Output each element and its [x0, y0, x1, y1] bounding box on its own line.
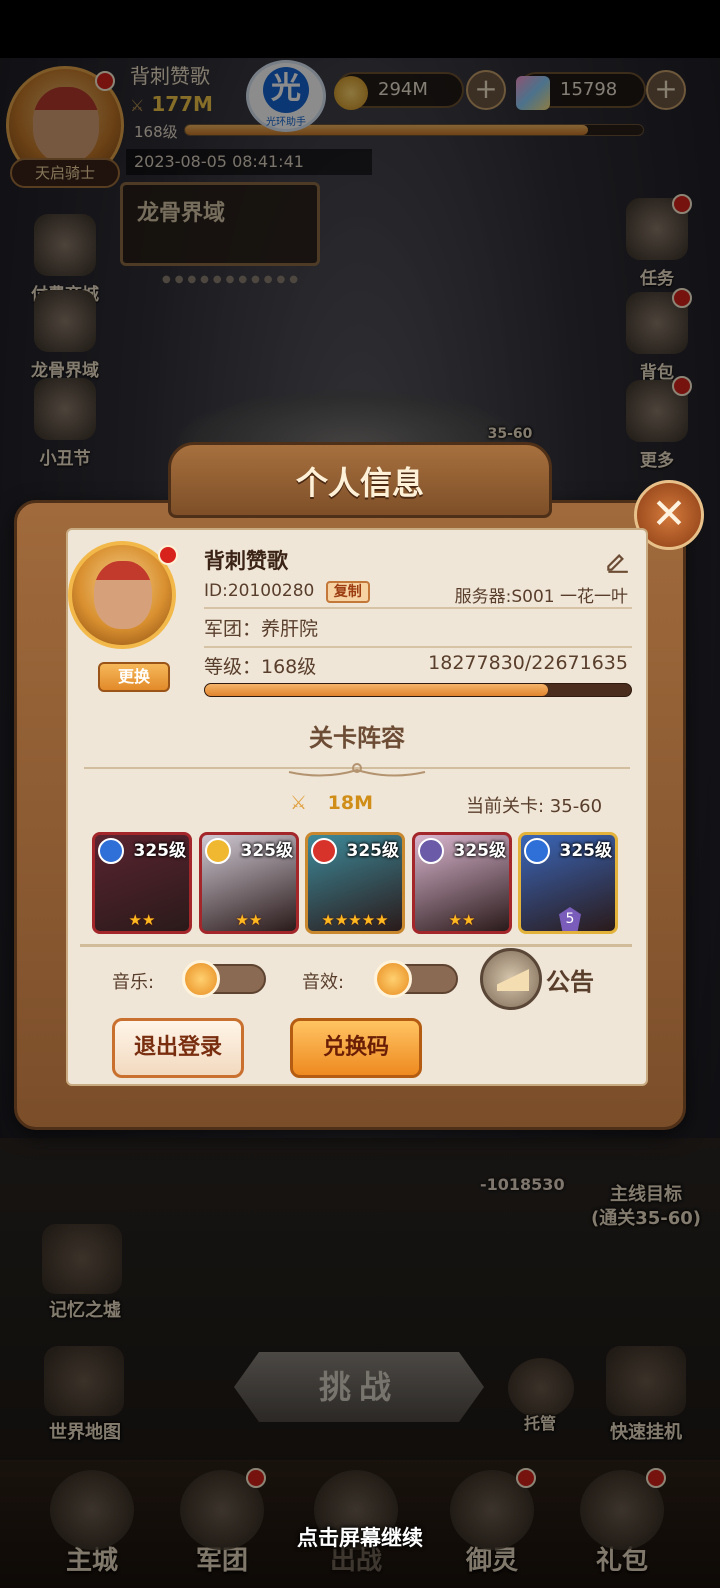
element-icon: [311, 838, 337, 864]
tap-to-continue-hint: 点击屏幕继续: [297, 1526, 423, 1550]
hero-card[interactable]: 325级 ★★: [199, 832, 299, 934]
sfx-toggle-knob: [374, 960, 412, 998]
hero-card[interactable]: 325级 ★★: [412, 832, 512, 934]
hero-level: 325级: [453, 841, 507, 861]
music-toggle-knob: [182, 960, 220, 998]
profile-avatar-face: [94, 561, 152, 629]
announcement-button[interactable]: [480, 948, 542, 1010]
redeem-code-button[interactable]: 兑换码: [290, 1018, 422, 1078]
hero-stars: ★★: [448, 911, 476, 929]
profile-server: 服务器:S001 一花一叶: [454, 587, 628, 607]
profile-guild: 军团：养肝院: [204, 618, 319, 640]
music-toggle[interactable]: [182, 960, 266, 998]
edit-name-icon[interactable]: [604, 548, 630, 574]
close-icon: ✕: [651, 489, 687, 538]
lineup-power: ⚔ 18M: [290, 792, 373, 814]
sfx-label: 音效:: [302, 972, 345, 993]
hero-card[interactable]: 325级 ★★★★★: [305, 832, 405, 934]
section-divider: [80, 944, 632, 947]
current-stage: 当前关卡: 35-60: [466, 796, 603, 817]
profile-id: ID:20100280: [204, 581, 315, 601]
sfx-toggle[interactable]: [374, 960, 458, 998]
lineup-power-value: 18M: [327, 792, 374, 814]
hero-stars: ★★: [235, 911, 263, 929]
profile-level-row: 等级：168级 18277830/22671635: [204, 652, 632, 680]
change-avatar-button[interactable]: 更换: [98, 662, 170, 692]
profile-xp-bar: [204, 683, 632, 697]
hero-card[interactable]: 325级 5: [518, 832, 618, 934]
hero-stars: ★★: [128, 911, 156, 929]
profile-name: 背刺赞歌: [204, 549, 288, 573]
profile-xp-fill: [205, 684, 549, 696]
stage-lineup-title: 关卡阵容: [309, 724, 405, 752]
profile-guild-row: 军团：养肝院: [204, 614, 632, 648]
element-icon: [98, 838, 124, 864]
crossed-swords-icon: ⚔: [290, 792, 308, 814]
element-icon: [205, 838, 231, 864]
profile-avatar[interactable]: [68, 541, 178, 649]
hero-level: 325级: [559, 841, 613, 861]
element-icon: [524, 838, 550, 864]
logout-button[interactable]: 退出登录: [112, 1018, 244, 1078]
announcement-label[interactable]: 公告: [546, 962, 594, 997]
profile-id-row: ID:20100280 复制 服务器:S001 一花一叶: [204, 581, 632, 609]
hero-stars: ★★★★★: [321, 911, 389, 929]
megaphone-icon: [497, 969, 529, 991]
profile-level: 等级：168级: [204, 656, 317, 678]
copy-id-button[interactable]: 复制: [325, 581, 370, 603]
notification-dot-icon: [158, 545, 178, 565]
hero-rank-badge: 5: [559, 907, 581, 931]
hero-level: 325级: [346, 841, 400, 861]
hero-card[interactable]: 325级 ★★: [92, 832, 192, 934]
hero-level: 325级: [240, 841, 294, 861]
hero-level: 325级: [133, 841, 187, 861]
divider-ornament: [84, 763, 630, 777]
element-icon: [418, 838, 444, 864]
music-label: 音乐:: [112, 972, 155, 993]
dialog-title: 个人信息: [295, 464, 424, 502]
profile-xp: 18277830/22671635: [428, 652, 628, 674]
